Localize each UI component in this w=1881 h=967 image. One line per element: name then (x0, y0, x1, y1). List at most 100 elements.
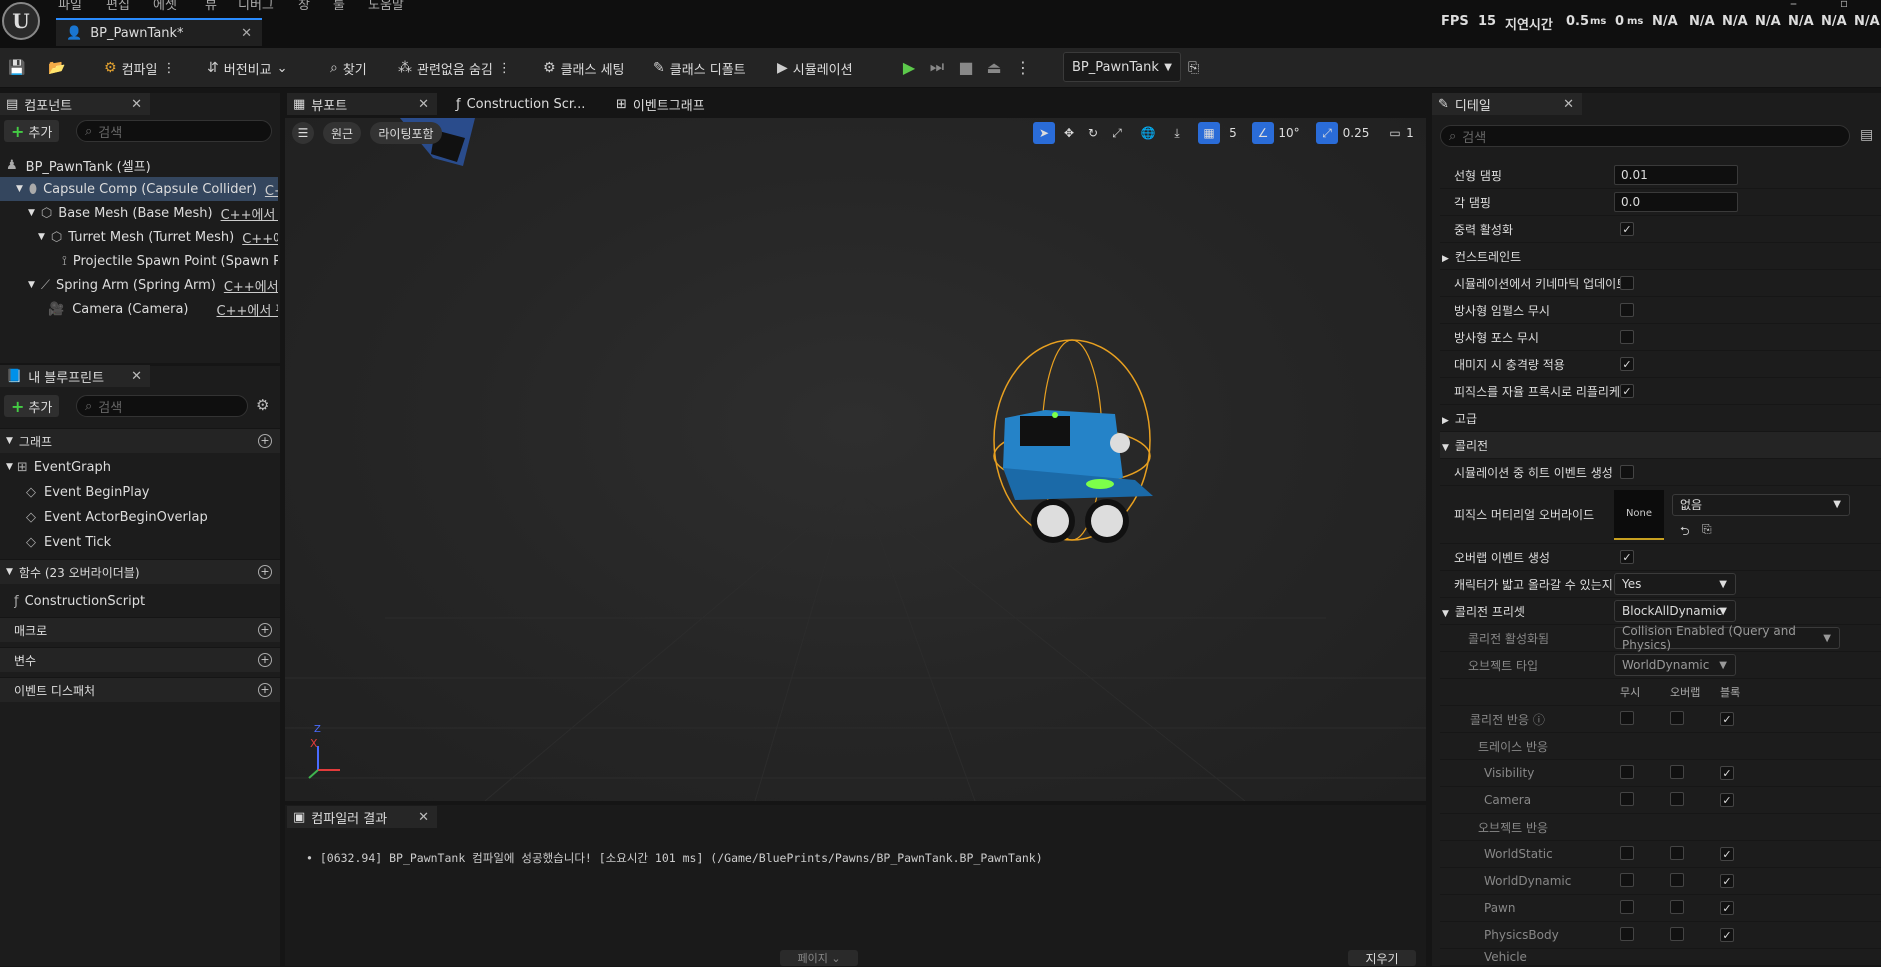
debug-object-select[interactable]: BP_PawnTank ▼ (1063, 52, 1181, 82)
play-options-icon[interactable]: ⋮ (1012, 56, 1034, 78)
components-search-input[interactable]: ⌕ 검색 (76, 120, 272, 142)
view-options-icon[interactable]: ▤ (1860, 127, 1873, 143)
edit-in-cpp-link[interactable]: C++에서 편집 (221, 204, 278, 223)
play-icon[interactable]: ▶ (898, 56, 920, 78)
step-icon[interactable]: ⏭ (926, 56, 948, 78)
ignore-checkbox[interactable] (1620, 764, 1634, 779)
blueprint-search-input[interactable]: ⌕ 검색 (76, 395, 248, 417)
find-button[interactable]: ⌕ 찾기 (330, 56, 367, 80)
tab-viewport[interactable]: ▦ 뷰포트 ✕ (287, 93, 437, 115)
close-icon[interactable]: ✕ (131, 97, 142, 112)
overlap-checkbox[interactable] (1670, 872, 1684, 887)
menu-debug[interactable]: 디버그 (238, 0, 274, 13)
functions-section[interactable]: ▼ 함수 (23 오버라이더블) + (0, 559, 280, 584)
grid-snap-icon[interactable]: ▦ (1198, 122, 1220, 144)
collision-section[interactable]: ▼ 콜리전 (1440, 432, 1881, 459)
object-type-select[interactable]: WorldDynamic ▼ (1614, 654, 1736, 676)
component-capsule[interactable]: ▼⬮Capsule Comp (Capsule Collider)C++에서 편… (0, 177, 278, 201)
overlap-checkbox[interactable] (1670, 791, 1684, 806)
event-begin-play[interactable]: ◇ Event BeginPlay (26, 480, 276, 504)
phys-material-select[interactable]: 없음 ▼ (1672, 493, 1850, 516)
kinematic-checkbox[interactable] (1620, 276, 1634, 290)
gravity-checkbox[interactable]: ✓ (1620, 222, 1634, 236)
class-defaults-button[interactable]: ✎ 클래스 디폴트 (653, 56, 746, 80)
add-component-button[interactable]: + 추가 (4, 120, 60, 142)
hide-unrelated-button[interactable]: ⁂ 관련없음 숨김 ⋮ (398, 56, 511, 80)
minimize-icon[interactable]: – (1790, 0, 1797, 12)
grid-snap-value[interactable]: 5 (1222, 122, 1244, 144)
block-checkbox[interactable]: ✓ (1720, 901, 1734, 916)
advanced-row[interactable]: ▶ 고급 (1440, 405, 1881, 432)
pages-dropdown[interactable]: 페이지 ⌄ (780, 950, 858, 966)
viewport-canvas[interactable] (285, 118, 1426, 801)
browse-icon[interactable]: ⎘ (1702, 522, 1712, 537)
clear-button[interactable]: 지우기 (1348, 950, 1416, 966)
block-checkbox[interactable]: ✓ (1720, 874, 1734, 889)
eject-icon[interactable]: ⏏ (983, 56, 1005, 78)
unreal-logo[interactable]: U (2, 2, 40, 40)
details-search-input[interactable]: ⌕ 검색 (1440, 125, 1850, 147)
overlap-checkbox[interactable] (1670, 845, 1684, 860)
menu-window[interactable]: 창 (298, 0, 310, 13)
component-turret-mesh[interactable]: ▼⬡Turret Mesh (Turret Mesh)C++에서 편집 (0, 225, 278, 249)
block-checkbox[interactable]: ✓ (1720, 847, 1734, 862)
overlap-checkbox[interactable] (1670, 764, 1684, 779)
ignore-checkbox[interactable] (1620, 926, 1634, 941)
damage-impulse-checkbox[interactable]: ✓ (1620, 357, 1634, 371)
surface-snap-icon[interactable]: ⤓ (1166, 122, 1188, 144)
browse-icon[interactable]: 📂 (48, 56, 65, 80)
menu-edit[interactable]: 편집 (106, 0, 130, 13)
constraints-row[interactable]: ▶ 컨스트레인트 (1440, 243, 1881, 270)
menu-asset[interactable]: 에셋 (153, 0, 177, 13)
can-step-up-select[interactable]: Yes ▼ (1614, 573, 1736, 595)
event-actor-begin-overlap[interactable]: ◇ Event ActorBeginOverlap (26, 505, 276, 529)
collision-enabled-select[interactable]: Collision Enabled (Query and Physics) ▼ (1614, 624, 1840, 652)
linear-damping-input[interactable]: 0.01 (1614, 165, 1738, 185)
event-graph-item[interactable]: ▼ ⊞ EventGraph (6, 455, 276, 479)
edit-in-cpp-link[interactable]: C++에서 편집 (217, 300, 279, 319)
close-icon[interactable]: ✕ (418, 810, 429, 825)
block-checkbox[interactable]: ✓ (1720, 928, 1734, 943)
ignore-force-checkbox[interactable] (1620, 330, 1634, 344)
tab-construction-script[interactable]: ƒ Construction Scr... (450, 93, 595, 115)
viewport-menu-icon[interactable]: ☰ (292, 122, 314, 144)
block-checkbox[interactable]: ✓ (1720, 793, 1734, 808)
ignore-checkbox[interactable] (1620, 791, 1634, 806)
event-tick[interactable]: ◇ Event Tick (26, 530, 276, 554)
rotation-snap-icon[interactable]: ∠ (1252, 122, 1274, 144)
details-tab[interactable]: ✎ 디테일 ✕ (1432, 93, 1582, 115)
ignore-checkbox[interactable] (1620, 872, 1634, 887)
overlap-checkbox[interactable] (1670, 926, 1684, 941)
overlap-events-checkbox[interactable]: ✓ (1620, 550, 1634, 564)
component-camera[interactable]: 🎥Camera (Camera)C++에서 편집 (0, 297, 278, 321)
phys-material-thumbnail[interactable]: None (1614, 489, 1664, 540)
world-space-icon[interactable]: 🌐 (1137, 122, 1159, 144)
ignore-checkbox[interactable] (1620, 899, 1634, 914)
add-circle-icon[interactable]: + (258, 623, 272, 637)
block-checkbox[interactable]: ✓ (1720, 712, 1734, 727)
rotate-icon[interactable]: ↻ (1082, 122, 1104, 144)
add-circle-icon[interactable]: + (258, 565, 272, 579)
edit-in-cpp-link[interactable]: C++에서 편집 (242, 228, 278, 247)
close-icon[interactable]: ✕ (418, 97, 429, 112)
component-self[interactable]: ♟ BP_PawnTank (셀프) (0, 153, 278, 177)
close-icon[interactable]: ✕ (1563, 97, 1574, 112)
my-blueprint-tab[interactable]: 📘 내 블루프린트 ✕ (0, 365, 150, 387)
component-spring-arm[interactable]: ▼⟋Spring Arm (Spring Arm)C++에서 편집 (0, 273, 278, 297)
close-icon[interactable]: ✕ (131, 369, 142, 384)
save-icon[interactable]: 💾 (8, 56, 25, 80)
document-tab[interactable]: 👤 BP_PawnTank* ✕ (56, 18, 262, 46)
perspective-button[interactable]: 원근 (323, 122, 361, 144)
menu-tools[interactable]: 툴 (333, 0, 345, 13)
collision-preset-select[interactable]: BlockAllDynamic ▼ (1614, 600, 1736, 622)
add-blueprint-item-button[interactable]: + 추가 (4, 395, 60, 417)
compiler-results-tab[interactable]: ▣ 컴파일러 결과 ✕ (287, 806, 437, 828)
debug-filter-icon[interactable]: ⎘ (1188, 56, 1199, 80)
add-circle-icon[interactable]: + (258, 653, 272, 667)
component-projectile-spawn[interactable]: ⟟Projectile Spawn Point (Spawn Point) (0, 249, 278, 273)
class-settings-button[interactable]: ⚙ 클래스 세팅 (543, 56, 625, 80)
compile-button[interactable]: ⚙ 컴파일 ⋮ (104, 56, 175, 80)
overlap-checkbox[interactable] (1670, 899, 1684, 914)
macros-section[interactable]: 매크로 + (0, 617, 280, 642)
select-mode-icon[interactable]: ➤ (1033, 122, 1055, 144)
